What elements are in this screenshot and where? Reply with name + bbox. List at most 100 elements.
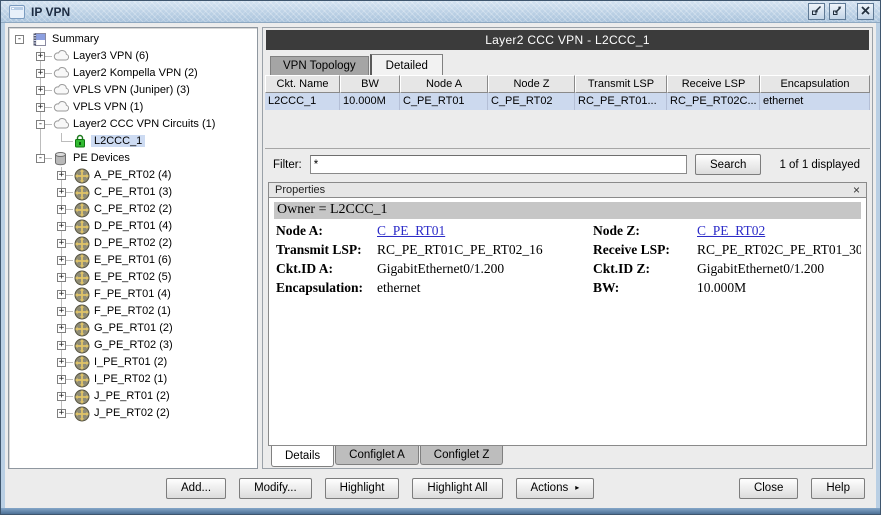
tree-item-label: J_PE_RT01 (2) [91,390,173,402]
tree-item-layer3-vpn-6[interactable]: +Layer3 VPN (6) [9,48,257,65]
expand-toggle-icon[interactable]: + [57,239,66,248]
tab-vpn-topology[interactable]: VPN Topology [270,56,369,75]
expand-toggle-icon[interactable]: + [36,69,45,78]
tab-detailed[interactable]: Detailed [370,54,443,75]
expand-toggle-icon[interactable]: + [57,307,66,316]
expand-toggle-icon[interactable]: + [57,409,66,418]
close-button[interactable]: Close [739,478,798,499]
expand-toggle-icon[interactable]: + [57,188,66,197]
property-value-ckt-id-a: GigabitEthernet0/1.200 [377,261,589,277]
table-cell[interactable]: 10.000M [340,93,400,110]
tree-item-label: L2CCC_1 [91,135,145,147]
expand-toggle-icon[interactable]: + [36,52,45,61]
node-a-link[interactable]: C_PE_RT01 [377,223,589,239]
modify-button[interactable]: Modify... [239,478,312,499]
tree-item-d-pe-rt02-2[interactable]: +D_PE_RT02 (2) [9,235,257,252]
tree-item-label: E_PE_RT02 (5) [91,271,174,283]
collapse-toggle-icon[interactable]: - [36,154,45,163]
table-cell[interactable]: C_PE_RT01 [400,93,488,110]
expand-toggle-icon[interactable]: + [57,358,66,367]
tree-item-a-pe-rt02-4[interactable]: +A_PE_RT02 (4) [9,167,257,184]
minimize-button[interactable] [808,3,825,20]
tree-item-e-pe-rt01-6[interactable]: +E_PE_RT01 (6) [9,252,257,269]
tree-item-f-pe-rt02-1[interactable]: +F_PE_RT02 (1) [9,303,257,320]
filter-label: Filter: [273,159,302,171]
tree-item-pe-devices[interactable]: - PE Devices [9,150,257,167]
filter-input[interactable] [310,155,687,174]
table-cell[interactable]: L2CCC_1 [265,93,340,110]
tree-item-f-pe-rt01-4[interactable]: +F_PE_RT01 (4) [9,286,257,303]
table-cell[interactable]: ethernet [760,93,870,110]
column-header-bw[interactable]: BW [340,75,400,93]
highlight-all-button[interactable]: Highlight All [412,478,502,499]
collapse-toggle-icon[interactable]: - [36,120,45,129]
tree-item-j-pe-rt02-2[interactable]: + J_PE_RT02 (2) [9,405,257,422]
property-value-receive-lsp: RC_PE_RT02C_PE_RT01_30 [697,242,861,258]
actions-button[interactable]: Actions▸ [516,478,595,499]
highlight-button[interactable]: Highlight [325,478,400,499]
expand-toggle-icon[interactable]: + [36,103,45,112]
tab-configlet-a[interactable]: Configlet A [335,446,419,465]
tab-details[interactable]: Details [271,446,334,467]
node-z-link[interactable]: C_PE_RT02 [697,223,861,239]
tree-item-vpls-vpn-juniper-3[interactable]: +VPLS VPN (Juniper) (3) [9,82,257,99]
column-header-node-z[interactable]: Node Z [488,75,575,93]
window-icon [9,5,25,19]
tree-item-summary[interactable]: - Summary [9,31,257,48]
expand-toggle-icon[interactable]: + [57,222,66,231]
tree-item-g-pe-rt02-3[interactable]: +G_PE_RT02 (3) [9,337,257,354]
expand-toggle-icon[interactable]: + [57,324,66,333]
expand-toggle-icon[interactable]: + [57,205,66,214]
column-header-transmit-lsp[interactable]: Transmit LSP [575,75,667,93]
expand-toggle-icon[interactable]: + [57,256,66,265]
tab-configlet-z[interactable]: Configlet Z [420,446,504,465]
column-header-encapsulation[interactable]: Encapsulation [760,75,870,93]
tree-item-label: Summary [49,33,102,45]
column-header-ckt-name[interactable]: Ckt. Name [265,75,340,93]
property-label-receive-lsp: Receive LSP: [593,242,693,258]
expand-toggle-icon[interactable]: + [57,375,66,384]
tree-item-label: J_PE_RT02 (2) [91,407,173,419]
tree-item-e-pe-rt02-5[interactable]: + E_PE_RT02 (5) [9,269,257,286]
expand-toggle-icon[interactable]: + [57,392,66,401]
table-cell[interactable]: C_PE_RT02 [488,93,575,110]
expand-toggle-icon[interactable]: + [57,171,66,180]
tree-item-layer2-kompella-vpn-2[interactable]: +Layer2 Kompella VPN (2) [9,65,257,82]
property-label-ckt-id-z: Ckt.ID Z: [593,261,693,277]
tree-item-c-pe-rt01-3[interactable]: +C_PE_RT01 (3) [9,184,257,201]
expand-toggle-icon[interactable]: + [57,290,66,299]
tree-item-c-pe-rt02-2[interactable]: +C_PE_RT02 (2) [9,201,257,218]
table-cell[interactable]: RC_PE_RT01... [575,93,667,110]
tree-item-label: D_PE_RT01 (4) [91,220,175,232]
vpn-detail-panel: Layer2 CCC VPN - L2CCC_1 VPN Topology De… [262,27,873,469]
search-button[interactable]: Search [695,154,761,175]
tree-item-i-pe-rt01-2[interactable]: +I_PE_RT01 (2) [9,354,257,371]
expand-toggle-icon[interactable]: + [57,273,66,282]
close-window-button[interactable] [857,3,874,20]
tree-item-i-pe-rt02-1[interactable]: +I_PE_RT02 (1) [9,371,257,388]
tree-item-j-pe-rt01-2[interactable]: + J_PE_RT01 (2) [9,388,257,405]
property-label-node-z: Node Z: [593,223,693,239]
column-header-receive-lsp[interactable]: Receive LSP [667,75,760,93]
help-button[interactable]: Help [811,478,865,499]
property-value-bw: 10.000M [697,280,861,296]
tree-item-label: VPLS VPN (1) [70,101,146,113]
window-titlebar[interactable]: IP VPN [1,1,880,23]
tree-item-vpls-vpn-1[interactable]: + VPLS VPN (1) [9,99,257,116]
collapse-toggle-icon[interactable]: - [15,35,24,44]
expand-toggle-icon[interactable]: + [57,341,66,350]
table-row[interactable]: L2CCC_110.000MC_PE_RT01C_PE_RT02RC_PE_RT… [265,93,870,110]
property-value-transmit-lsp: RC_PE_RT01C_PE_RT02_16 [377,242,589,258]
properties-content: Owner = L2CCC_1 Node A:C_PE_RT01Node Z:C… [268,198,867,446]
tree-item-g-pe-rt01-2[interactable]: +G_PE_RT01 (2) [9,320,257,337]
tree-item-layer2-ccc-vpn-circuits-1[interactable]: -Layer2 CCC VPN Circuits (1) [9,116,257,133]
tree-item-l2ccc-1[interactable]: L2CCC_1 [9,133,257,150]
table-cell[interactable]: RC_PE_RT02C... [667,93,760,110]
tree-item-d-pe-rt01-4[interactable]: + D_PE_RT01 (4) [9,218,257,235]
maximize-button[interactable] [829,3,846,20]
properties-close-icon[interactable]: × [853,185,860,195]
add-button[interactable]: Add... [166,478,226,499]
expand-toggle-icon[interactable]: + [36,86,45,95]
tree-item-label: PE Devices [70,152,133,164]
column-header-node-a[interactable]: Node A [400,75,488,93]
